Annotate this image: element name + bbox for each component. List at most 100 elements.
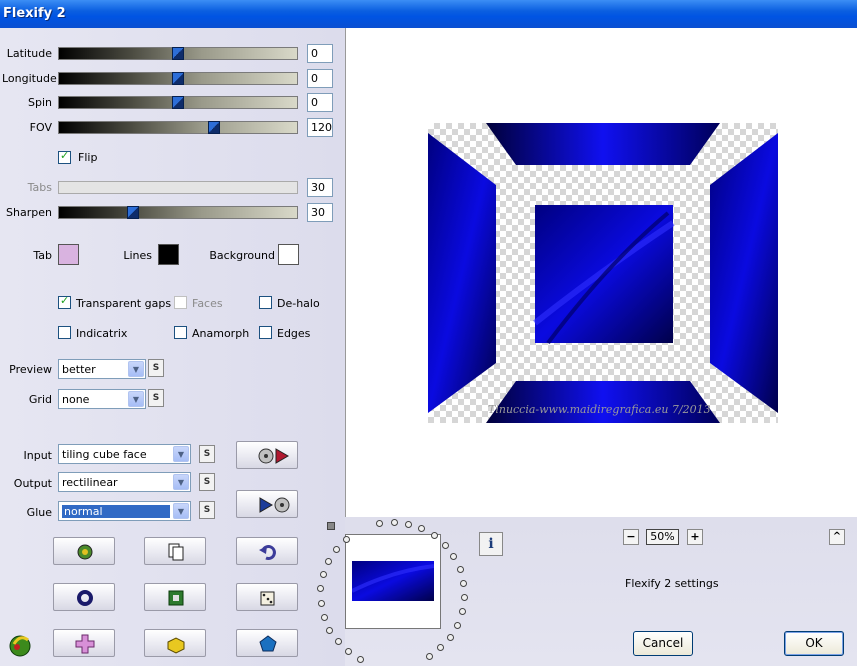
orbit-dot[interactable] xyxy=(357,656,364,663)
faces-checkbox[interactable] xyxy=(174,296,187,309)
tab-color-swatch[interactable] xyxy=(58,244,79,265)
input-s-button[interactable]: S xyxy=(199,445,215,463)
disc-arrow-right-icon xyxy=(258,448,289,464)
dice-icon xyxy=(260,591,275,606)
sharpen-value-field[interactable]: 30 xyxy=(307,203,333,222)
info-button[interactable]: i xyxy=(479,532,503,556)
background-color-swatch[interactable] xyxy=(278,244,299,265)
orbit-dot[interactable] xyxy=(317,585,324,592)
grid-select[interactable]: none ▼ xyxy=(58,389,146,409)
glue-s-button[interactable]: S xyxy=(199,501,215,519)
indicatrix-checkbox[interactable] xyxy=(58,326,71,339)
input-select-label: Input xyxy=(23,449,52,462)
chevron-down-icon[interactable]: ▼ xyxy=(173,503,189,519)
ring-icon xyxy=(77,590,93,606)
orbit-dot[interactable] xyxy=(391,519,398,526)
lines-color-label: Lines xyxy=(123,249,152,262)
block-button[interactable] xyxy=(144,629,206,657)
latitude-slider-thumb[interactable] xyxy=(172,47,184,60)
orbit-dot[interactable] xyxy=(437,644,444,651)
orbit-dot[interactable] xyxy=(461,594,468,601)
glue-select[interactable]: normal ▼ xyxy=(58,501,191,521)
thumbnail-preview[interactable] xyxy=(345,534,441,629)
input-value: tiling cube face xyxy=(62,448,147,461)
fov-value-field[interactable]: 120 xyxy=(307,118,333,137)
orbit-dot[interactable] xyxy=(405,521,412,528)
swap-output-input-button[interactable] xyxy=(236,490,298,518)
copy-button[interactable] xyxy=(144,537,206,565)
orbit-dot[interactable] xyxy=(343,536,350,543)
flip-checkbox[interactable] xyxy=(58,149,71,164)
spin-slider-thumb[interactable] xyxy=(172,96,184,109)
preview-s-button[interactable]: S xyxy=(148,359,164,377)
orbit-dot[interactable] xyxy=(457,566,464,573)
orbit-dot[interactable] xyxy=(460,580,467,587)
orbit-dot[interactable] xyxy=(418,525,425,532)
orbit-dot[interactable] xyxy=(335,638,342,645)
zoom-level: 50% xyxy=(646,529,679,545)
orbit-dot[interactable] xyxy=(376,520,383,527)
output-s-button[interactable]: S xyxy=(199,473,215,491)
zoom-out-button[interactable]: − xyxy=(623,529,639,545)
fov-slider-thumb[interactable] xyxy=(208,121,220,134)
swap-input-output-button[interactable] xyxy=(236,441,298,469)
sharpen-slider[interactable] xyxy=(58,206,298,219)
orbit-dot[interactable] xyxy=(333,546,340,553)
orbit-dot[interactable] xyxy=(442,542,449,549)
preview-quality-select[interactable]: better ▼ xyxy=(58,359,146,379)
longitude-value-field[interactable]: 0 xyxy=(307,69,333,88)
orbit-dot[interactable] xyxy=(459,608,466,615)
sharpen-slider-thumb[interactable] xyxy=(127,206,139,219)
spin-slider[interactable] xyxy=(58,96,298,109)
orbit-dot[interactable] xyxy=(321,614,328,621)
preview-canvas[interactable]: Tinuccia-www.maidiregrafica.eu 7/2013 xyxy=(345,28,857,517)
fov-slider[interactable] xyxy=(58,121,298,134)
anamorph-checkbox[interactable] xyxy=(174,326,187,339)
randomize-button[interactable] xyxy=(53,537,115,565)
chevron-down-icon[interactable]: ▼ xyxy=(128,361,144,377)
latitude-value-field[interactable]: 0 xyxy=(307,44,333,63)
longitude-slider-thumb[interactable] xyxy=(172,72,184,85)
pentagon-button[interactable] xyxy=(236,629,298,657)
circle-button[interactable] xyxy=(53,583,115,611)
orbit-dot[interactable] xyxy=(326,627,333,634)
tabs-label: Tabs xyxy=(27,181,52,194)
orbit-handle[interactable] xyxy=(327,522,335,530)
tabs-value-field[interactable]: 30 xyxy=(307,178,333,197)
lines-color-swatch[interactable] xyxy=(158,244,179,265)
cancel-button[interactable]: Cancel xyxy=(633,631,693,656)
orbit-dot[interactable] xyxy=(454,622,461,629)
square-button[interactable] xyxy=(144,583,206,611)
pink-cross-icon xyxy=(75,634,95,654)
orbit-dot[interactable] xyxy=(431,532,438,539)
de-halo-label: De-halo xyxy=(277,297,320,310)
orbit-dot[interactable] xyxy=(318,600,325,607)
cross-button[interactable] xyxy=(53,629,115,657)
ok-button[interactable]: OK xyxy=(784,631,844,656)
preview-image xyxy=(428,123,778,423)
zoom-in-button[interactable]: + xyxy=(687,529,703,545)
orbit-dot[interactable] xyxy=(450,553,457,560)
orbit-dot[interactable] xyxy=(345,648,352,655)
orbit-dot[interactable] xyxy=(325,558,332,565)
latitude-slider[interactable] xyxy=(58,47,298,60)
longitude-slider[interactable] xyxy=(58,72,298,85)
input-select[interactable]: tiling cube face ▼ xyxy=(58,444,191,464)
de-halo-checkbox[interactable] xyxy=(259,296,272,309)
chevron-down-icon[interactable]: ▼ xyxy=(173,446,189,462)
tabs-slider[interactable] xyxy=(58,181,298,194)
collapse-button[interactable]: ^ xyxy=(829,529,845,545)
dice-button[interactable] xyxy=(236,583,298,611)
spin-value-field[interactable]: 0 xyxy=(307,93,333,112)
chevron-down-icon[interactable]: ▼ xyxy=(128,391,144,407)
faces-label: Faces xyxy=(192,297,223,310)
grid-s-button[interactable]: S xyxy=(148,389,164,407)
transparent-gaps-checkbox[interactable] xyxy=(58,294,71,309)
chevron-down-icon[interactable]: ▼ xyxy=(173,474,189,490)
orbit-dot[interactable] xyxy=(426,653,433,660)
orbit-dot[interactable] xyxy=(320,571,327,578)
undo-button[interactable] xyxy=(236,537,298,565)
orbit-dot[interactable] xyxy=(447,634,454,641)
edges-checkbox[interactable] xyxy=(259,326,272,339)
output-select[interactable]: rectilinear ▼ xyxy=(58,472,191,492)
